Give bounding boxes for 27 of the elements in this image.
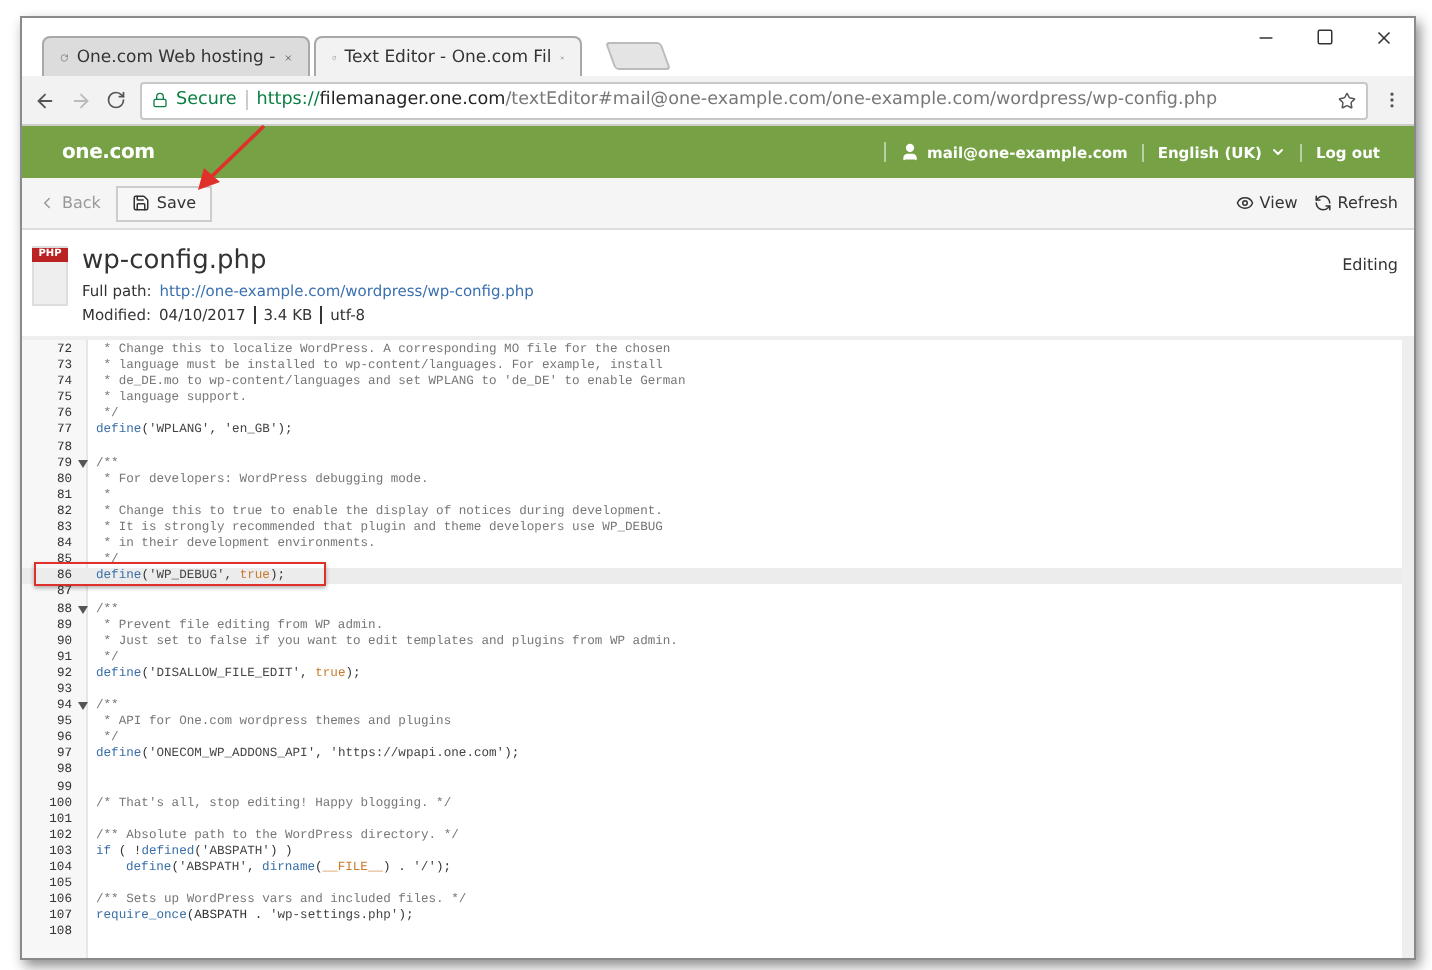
chevron-left-icon [38,194,56,212]
browser-tab[interactable]: One.com Web hosting - [42,36,310,76]
user-icon [899,142,920,162]
caret-icon [1270,144,1286,160]
close-tab-icon[interactable] [283,49,292,65]
view-button[interactable]: View [1235,194,1298,212]
reload-icon[interactable] [106,90,126,110]
editing-status: Editing [1342,256,1398,278]
eye-icon [1235,194,1254,212]
save-button[interactable]: Save [116,185,213,221]
fold-triangle-icon[interactable] [78,459,88,468]
browser-tab[interactable]: Text Editor - One.com Fil [314,36,582,76]
secure-label: Secure [176,90,249,110]
url-text: https://filemanager.one.com/textEditor#mail@one-example.com/one-example.com/wordpress/wp-config.php [256,90,1218,110]
fold-triangle-icon[interactable] [78,605,88,614]
address-bar[interactable]: Secure https://filemanager.one.com/textEditor#mail@one-example.com/one-example.com/wordpress/wp-config.php [140,81,1368,119]
pointer-arrow [196,124,268,192]
bookmark-star-icon[interactable] [1338,91,1356,109]
maximize-icon[interactable] [1316,28,1334,46]
lock-icon [152,92,168,108]
refresh-icon [1313,194,1332,212]
close-icon[interactable] [1374,28,1394,48]
site-icon [60,49,69,65]
fold-triangle-icon[interactable] [78,702,88,711]
file-name: wp-config.php [82,246,269,276]
back-icon[interactable] [34,89,56,111]
refresh-button[interactable]: Refresh [1313,194,1398,212]
